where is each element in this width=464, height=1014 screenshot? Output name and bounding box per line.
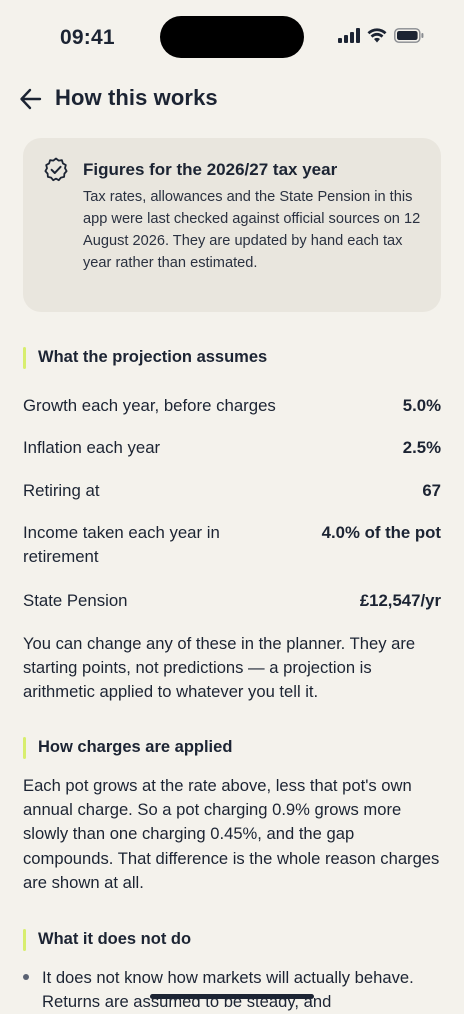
assumption-label: Inflation each year: [23, 438, 161, 457]
battery-icon: [394, 28, 424, 43]
status-time: 09:41: [60, 26, 115, 49]
system-icons: [338, 28, 424, 43]
home-indicator[interactable]: [150, 994, 314, 999]
section-accent-bar: [23, 737, 26, 759]
charges-body: Each pot grows at the rate above, less t…: [23, 776, 440, 892]
dynamic-island: [160, 16, 304, 58]
page-title: How this works: [55, 85, 218, 110]
assumption-value: 4.0% of the pot: [321, 523, 441, 542]
assumption-value: 67: [422, 481, 441, 500]
list-item-text: It does not know how markets will actual…: [42, 968, 414, 1011]
info-card-title: Figures for the 2026/27 tax year: [83, 160, 338, 179]
section-accent-bar: [23, 347, 26, 369]
assumption-label: Retiring at: [23, 481, 100, 500]
tax-year-info-card: Figures for the 2026/27 tax year Tax rat…: [23, 138, 441, 312]
assumptions-note: You can change any of these in the plann…: [23, 634, 416, 702]
bullet-dot: [23, 974, 29, 980]
section-heading-label: What it does not do: [38, 930, 192, 948]
assumption-value: £12,547/yr: [359, 591, 441, 610]
section-accent-bar: [23, 929, 26, 951]
assumption-label: State Pension: [23, 591, 128, 610]
section-heading-label: How charges are applied: [38, 738, 233, 756]
section-heading-label: What the projection assumes: [38, 348, 268, 366]
assumption-value: 2.5%: [402, 438, 441, 457]
status-bar: 09:41: [0, 0, 464, 76]
assumption-label: Growth each year, before charges: [23, 396, 276, 415]
assumption-value: 5.0%: [402, 396, 441, 415]
info-card-body: Tax rates, allowances and the State Pens…: [83, 189, 421, 271]
page-header: How this works: [0, 84, 464, 116]
back-button[interactable]: [18, 86, 44, 112]
wifi-icon: [367, 28, 387, 43]
assumption-label: Income taken each year in retirement: [23, 523, 220, 566]
signal-icon: [338, 28, 360, 43]
arrow-left-icon: [20, 88, 42, 110]
verified-badge-icon: [43, 157, 69, 183]
